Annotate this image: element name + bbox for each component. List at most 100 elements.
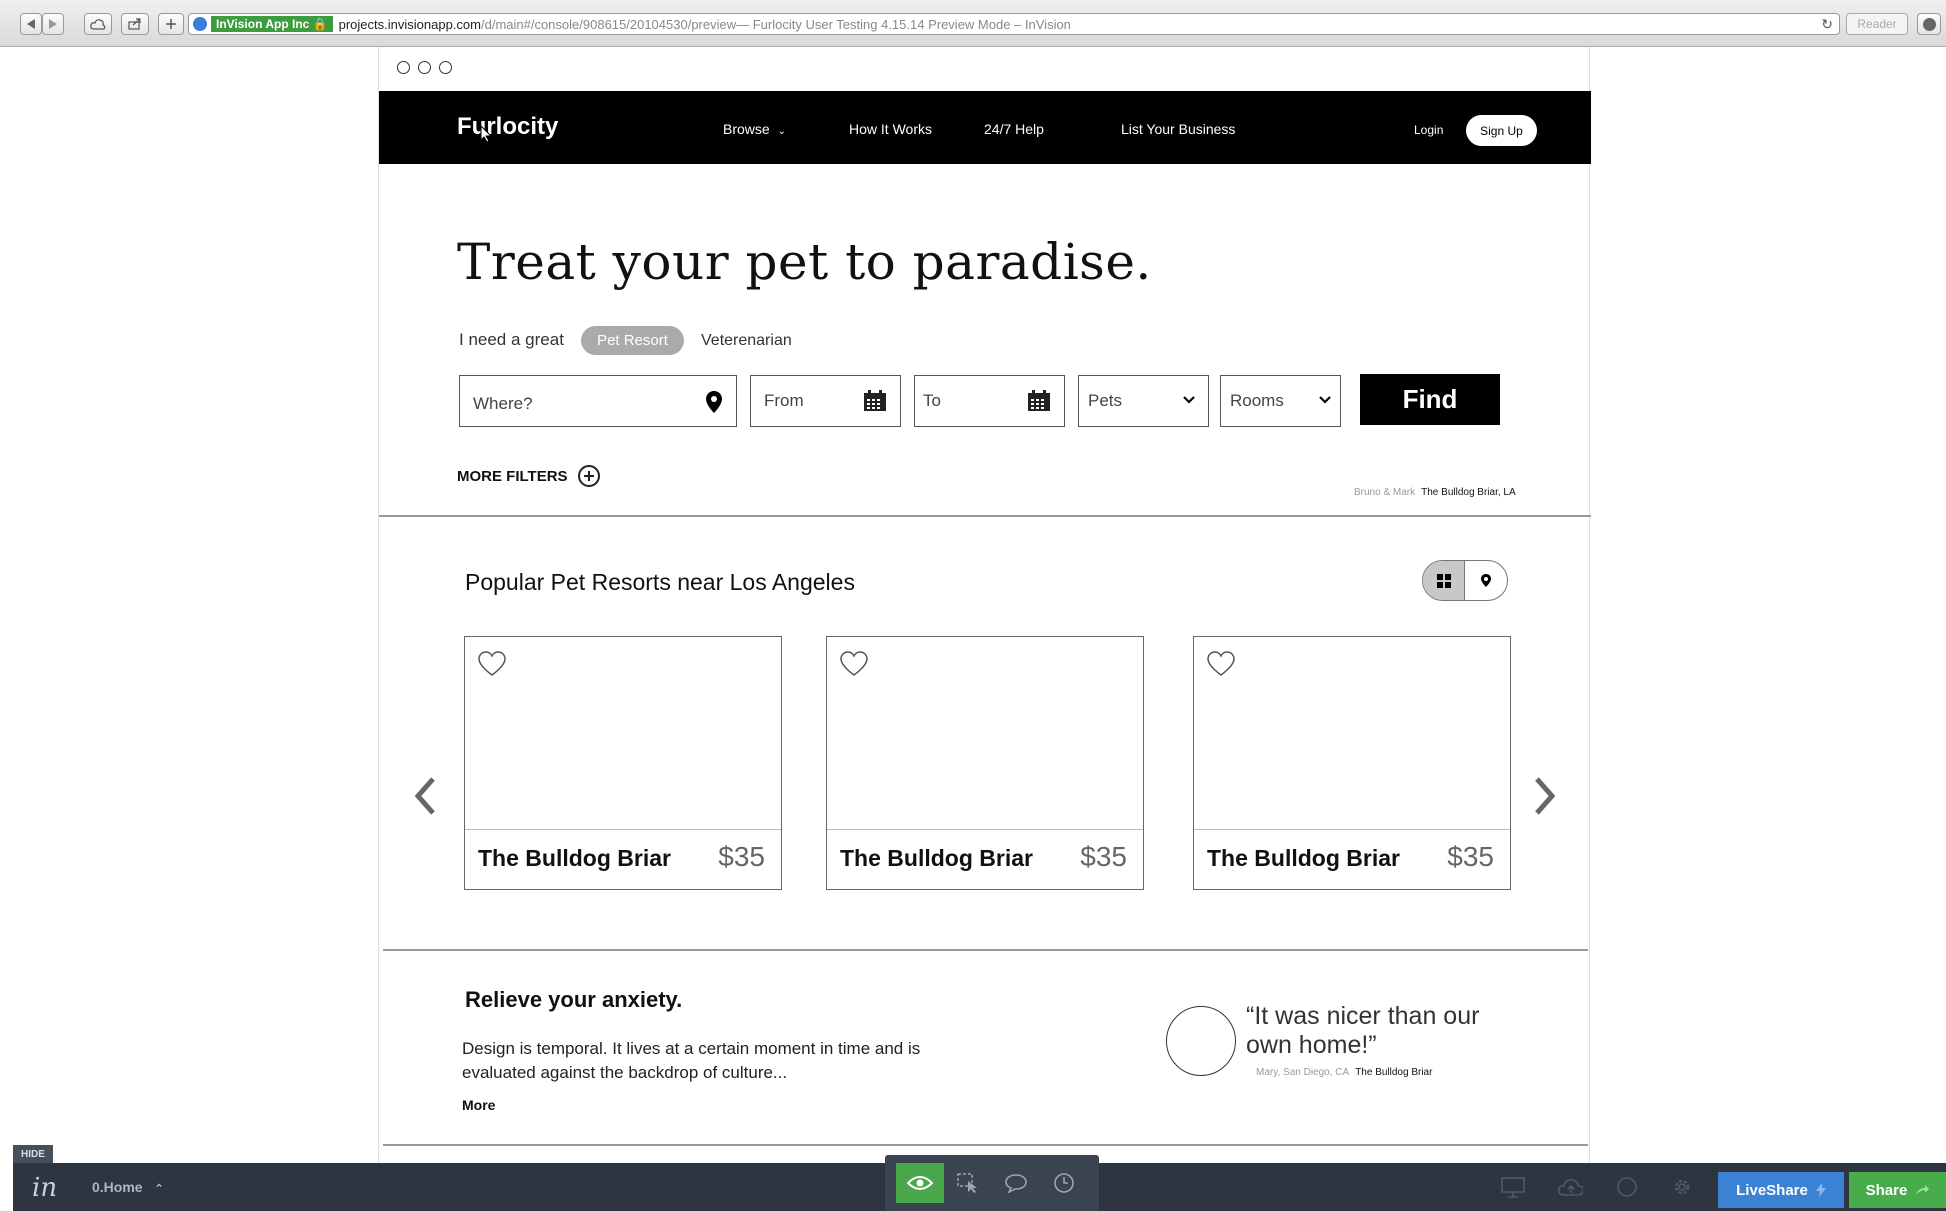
where-input[interactable]: Where?	[459, 375, 737, 427]
cloud-tabs-button[interactable]	[84, 13, 112, 35]
share-label: Share	[1865, 1181, 1908, 1199]
liveshare-label: LiveShare	[1736, 1181, 1808, 1199]
url-host: projects.invisionapp.com	[338, 16, 481, 32]
nav-browse[interactable]: Browse ⌄	[723, 121, 786, 137]
screen-name-label: 0.Home	[92, 1179, 143, 1195]
eye-icon	[907, 1176, 933, 1190]
dot-icon	[397, 61, 410, 74]
pets-label: Pets	[1088, 391, 1123, 410]
reader-button[interactable]: Reader	[1846, 13, 1908, 35]
option-veterinarian[interactable]: Veterenarian	[701, 332, 792, 350]
forward-icon	[49, 19, 57, 29]
popular-section-title: Popular Pet Resorts near Los Angeles	[465, 569, 855, 595]
carousel-next-button[interactable]	[1533, 770, 1557, 828]
view-toggle	[1422, 560, 1508, 601]
browser-toolbar: InVision App Inc 🔒 projects.invisionapp.…	[0, 0, 1946, 47]
heart-icon[interactable]	[477, 651, 507, 677]
card-name: The Bulldog Briar	[478, 845, 671, 871]
settings-button[interactable]	[1669, 1175, 1695, 1199]
rooms-select[interactable]: Rooms	[1220, 375, 1341, 427]
carousel-prev-button[interactable]	[413, 770, 437, 828]
preview-mode-button[interactable]	[896, 1163, 944, 1203]
share-arrow-icon	[1916, 1185, 1930, 1195]
sync-button[interactable]	[1557, 1175, 1583, 1199]
map-view-button[interactable]	[1465, 561, 1507, 600]
history-mode-button[interactable]	[1040, 1163, 1088, 1203]
prototype-page: Furlocity Browse ⌄ How It Works 24/7 Hel…	[378, 47, 1591, 1165]
chevron-right-icon	[1535, 777, 1556, 815]
nav-help[interactable]: 24/7 Help	[984, 121, 1044, 137]
cloud-upload-icon	[1558, 1179, 1583, 1196]
more-filters-label: MORE FILTERS	[457, 467, 568, 485]
forward-button[interactable]	[42, 13, 64, 35]
resort-card[interactable]: The Bulldog Briar $35	[826, 636, 1144, 890]
divider	[379, 515, 1591, 517]
nav-browse-label: Browse	[723, 121, 770, 137]
card-price: $35	[1080, 841, 1127, 872]
dot-icon	[439, 61, 452, 74]
from-date-input[interactable]: From	[750, 375, 901, 427]
heart-icon[interactable]	[1206, 651, 1236, 677]
card-image-placeholder	[827, 637, 1143, 830]
comment-mode-button[interactable]	[992, 1163, 1040, 1203]
hide-toolbar-button[interactable]: HIDE	[13, 1145, 53, 1163]
site-nav: Furlocity Browse ⌄ How It Works 24/7 Hel…	[379, 91, 1591, 164]
login-link[interactable]: Login	[1414, 123, 1443, 137]
from-placeholder: From	[764, 391, 804, 410]
anxiety-body: Design is temporal. It lives at a certai…	[462, 1039, 921, 1082]
gear-icon	[1674, 1179, 1690, 1195]
back-icon	[27, 19, 35, 29]
card-price: $35	[718, 841, 765, 872]
new-tab-button[interactable]	[158, 13, 184, 35]
cloud-icon	[90, 18, 106, 30]
to-date-input[interactable]: To	[914, 375, 1065, 427]
grid-view-button[interactable]	[1423, 561, 1466, 600]
option-pet-resort[interactable]: Pet Resort	[581, 326, 684, 355]
loading-indicator	[1614, 1175, 1640, 1199]
find-button[interactable]: Find	[1360, 374, 1500, 425]
liveshare-button[interactable]: LiveShare	[1718, 1172, 1844, 1208]
nav-list-business[interactable]: List Your Business	[1121, 121, 1235, 137]
certificate-badge[interactable]: InVision App Inc 🔒	[211, 16, 333, 32]
calendar-icon	[1028, 390, 1050, 411]
reload-icon[interactable]: ↻	[1821, 16, 1833, 33]
address-bar[interactable]: InVision App Inc 🔒 projects.invisionapp.…	[188, 13, 1840, 35]
chevron-down-icon	[1183, 396, 1195, 404]
invision-logo[interactable]: in	[32, 1173, 57, 1203]
pets-select[interactable]: Pets	[1078, 375, 1209, 427]
site-logo[interactable]: Furlocity	[457, 113, 558, 141]
build-mode-button[interactable]	[944, 1163, 992, 1203]
signup-button[interactable]: Sign Up	[1466, 115, 1537, 146]
card-price: $35	[1447, 841, 1494, 872]
heart-icon[interactable]	[839, 651, 869, 677]
url-path: /d/main#/console/908615/20104530/preview	[480, 16, 737, 32]
share-button[interactable]: Share	[1849, 1172, 1946, 1208]
lightning-icon	[1815, 1183, 1826, 1197]
calendar-icon	[864, 390, 886, 411]
hotspot-icon	[957, 1173, 977, 1193]
cert-label: InVision App Inc	[216, 17, 310, 31]
back-button[interactable]	[20, 13, 42, 35]
downloads-button[interactable]	[1917, 13, 1941, 35]
grid-icon	[1436, 573, 1451, 588]
mouse-cursor-icon	[480, 125, 492, 143]
more-link[interactable]: More	[462, 1097, 495, 1113]
invision-toolbar: in 0.Home ⌃ LiveShare Share	[13, 1155, 1946, 1211]
globe-icon	[193, 17, 207, 31]
resort-card[interactable]: The Bulldog Briar $35	[1193, 636, 1511, 890]
share-page-button[interactable]	[121, 13, 149, 35]
present-button[interactable]	[1500, 1175, 1526, 1199]
window-dots	[397, 61, 452, 74]
screen-selector[interactable]: 0.Home ⌃	[92, 1179, 164, 1195]
where-placeholder: Where?	[473, 394, 533, 413]
more-filters-button[interactable]: MORE FILTERS	[457, 465, 600, 487]
plus-circle-icon	[577, 465, 600, 487]
nav-how-it-works[interactable]: How It Works	[849, 121, 932, 137]
dot-icon	[418, 61, 431, 74]
card-image-placeholder	[1194, 637, 1510, 830]
anxiety-title: Relieve your anxiety.	[465, 987, 683, 1012]
location-pin-icon	[1481, 574, 1491, 587]
chevron-up-icon: ⌃	[154, 1183, 164, 1195]
resort-card[interactable]: The Bulldog Briar $35	[464, 636, 782, 890]
chevron-down-icon	[1319, 396, 1331, 404]
